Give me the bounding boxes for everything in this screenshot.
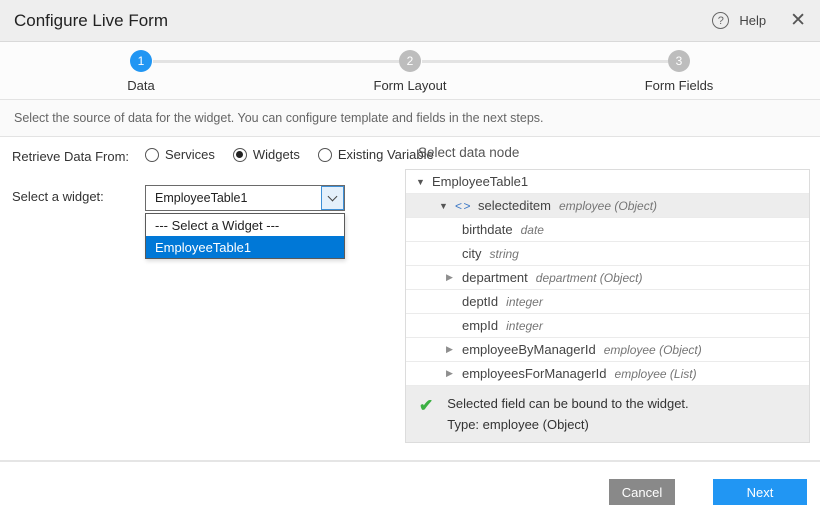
- radio-circle-icon: [145, 148, 159, 162]
- caret-down-icon[interactable]: ▼: [416, 177, 432, 187]
- select-dropdown-button[interactable]: [321, 186, 344, 210]
- node-type: department (Object): [536, 271, 643, 285]
- node-type: date: [521, 223, 544, 237]
- node-type: string: [490, 247, 519, 261]
- dialog-header: Configure Live Form ? Help ✕: [0, 0, 820, 42]
- step-number-badge: 1: [130, 50, 152, 72]
- caret-down-icon[interactable]: ▼: [439, 201, 455, 211]
- help-link[interactable]: Help: [739, 13, 766, 28]
- wizard-stepper: 1 Data 2 Form Layout 3 Form Fields: [0, 42, 820, 100]
- tree-node-selecteditem[interactable]: ▼ <> selecteditem employee (Object): [406, 194, 809, 218]
- status-line2: Type: employee (Object): [447, 417, 688, 432]
- tree-node-employeebymanagerid[interactable]: ▶ employeeByManagerId employee (Object): [406, 338, 809, 362]
- caret-right-icon[interactable]: ▶: [446, 368, 462, 379]
- next-button[interactable]: Next: [713, 479, 807, 505]
- node-type: integer: [506, 295, 543, 309]
- node-type: employee (List): [615, 367, 697, 381]
- step-data[interactable]: 1 Data: [81, 50, 201, 93]
- retrieve-source-radio-group: Services Widgets Existing Variable: [145, 147, 434, 162]
- node-name: deptId: [462, 294, 498, 309]
- select-widget-label: Select a widget:: [12, 189, 104, 204]
- main-content: Retrieve Data From: Services Widgets Exi…: [0, 137, 820, 458]
- step-number-badge: 3: [668, 50, 690, 72]
- step-form-layout[interactable]: 2 Form Layout: [350, 50, 470, 93]
- radio-widgets[interactable]: Widgets: [233, 147, 300, 162]
- step-label: Form Fields: [619, 78, 739, 93]
- data-node-tree: ▼ EmployeeTable1 ▼ <> selecteditem emplo…: [405, 169, 810, 443]
- node-type: employee (Object): [604, 343, 702, 357]
- node-name: department: [462, 270, 528, 285]
- status-text: Selected field can be bound to the widge…: [447, 396, 688, 432]
- caret-right-icon[interactable]: ▶: [446, 272, 462, 283]
- radio-circle-checked-icon: [233, 148, 247, 162]
- select-data-node-panel: Select data node ▼ EmployeeTable1 ▼ <> s…: [405, 137, 810, 443]
- caret-right-icon[interactable]: ▶: [446, 344, 462, 355]
- widget-select-value: EmployeeTable1: [146, 186, 321, 210]
- chevron-down-icon: [328, 192, 338, 202]
- tree-node-deptid[interactable]: deptId integer: [406, 290, 809, 314]
- tree-node-birthdate[interactable]: birthdate date: [406, 218, 809, 242]
- description-text: Select the source of data for the widget…: [0, 100, 820, 137]
- dialog-footer: Cancel Next: [0, 460, 820, 522]
- dropdown-option-placeholder[interactable]: --- Select a Widget ---: [146, 214, 344, 236]
- step-number-badge: 2: [399, 50, 421, 72]
- node-name: employeeByManagerId: [462, 342, 596, 357]
- code-icon: <>: [455, 199, 472, 213]
- step-label: Data: [81, 78, 201, 93]
- status-line1: Selected field can be bound to the widge…: [447, 396, 688, 411]
- node-name: employeesForManagerId: [462, 366, 607, 381]
- page-title: Configure Live Form: [14, 11, 168, 31]
- node-type: integer: [506, 319, 543, 333]
- check-icon: ✔: [419, 396, 433, 432]
- header-actions: ? Help ✕: [712, 11, 806, 30]
- node-name: city: [462, 246, 482, 261]
- help-icon[interactable]: ?: [712, 12, 729, 29]
- node-name: empId: [462, 318, 498, 333]
- retrieve-data-from-label: Retrieve Data From:: [12, 149, 129, 164]
- radio-label: Services: [165, 147, 215, 162]
- tree-node-city[interactable]: city string: [406, 242, 809, 266]
- node-name: birthdate: [462, 222, 513, 237]
- node-name: EmployeeTable1: [432, 174, 528, 189]
- dropdown-option-employeetable1[interactable]: EmployeeTable1: [146, 236, 344, 258]
- node-type: employee (Object): [559, 199, 657, 213]
- radio-services[interactable]: Services: [145, 147, 215, 162]
- cancel-button[interactable]: Cancel: [609, 479, 675, 505]
- configure-live-form-dialog: Configure Live Form ? Help ✕ 1 Data 2 Fo…: [0, 0, 820, 522]
- node-name: selecteditem: [478, 198, 551, 213]
- radio-label: Widgets: [253, 147, 300, 162]
- step-form-fields[interactable]: 3 Form Fields: [619, 50, 739, 93]
- step-label: Form Layout: [350, 78, 470, 93]
- widget-select[interactable]: EmployeeTable1: [145, 185, 345, 211]
- binding-status-message: ✔ Selected field can be bound to the wid…: [406, 386, 809, 442]
- tree-node-employeesformanagerid[interactable]: ▶ employeesForManagerId employee (List): [406, 362, 809, 386]
- tree-node-department[interactable]: ▶ department department (Object): [406, 266, 809, 290]
- tree-node-empid[interactable]: empId integer: [406, 314, 809, 338]
- select-data-node-title: Select data node: [418, 145, 810, 160]
- tree-node-employeetable1[interactable]: ▼ EmployeeTable1: [406, 170, 809, 194]
- radio-circle-icon: [318, 148, 332, 162]
- widget-dropdown-list: --- Select a Widget --- EmployeeTable1: [145, 213, 345, 259]
- close-icon[interactable]: ✕: [790, 11, 806, 30]
